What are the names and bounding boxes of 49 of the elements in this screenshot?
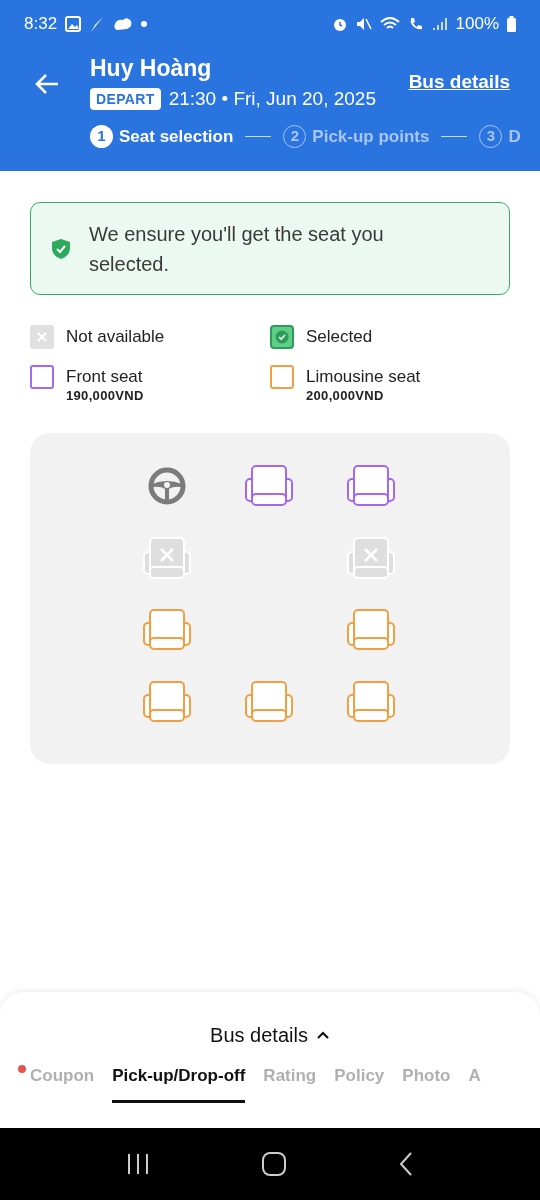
- battery-percent: 100%: [455, 13, 499, 36]
- legend-label: Selected: [306, 326, 373, 348]
- depart-badge: DEPART: [90, 88, 161, 111]
- legend-label: Front seat: [66, 366, 144, 388]
- unavailable-swatch-icon: [30, 325, 54, 349]
- legend-price: 200,000VND: [306, 389, 385, 403]
- notice-text: We ensure you'll get the seat you selected.: [89, 221, 385, 277]
- detail-tab[interactable]: Photo: [402, 1064, 451, 1103]
- seat-icon[interactable]: [346, 464, 396, 508]
- step[interactable]: 2 Pick-up points: [283, 123, 430, 149]
- steering-wheel-icon: [147, 466, 187, 506]
- detail-tab[interactable]: Coupon: [30, 1064, 95, 1103]
- alarm-icon: [331, 16, 348, 32]
- detail-tab[interactable]: Rating: [263, 1064, 317, 1103]
- legend-label: Not available: [66, 326, 165, 348]
- detail-tab[interactable]: Pick-up/Drop-off: [112, 1064, 246, 1103]
- battery-icon: [507, 16, 516, 32]
- bus-details-link[interactable]: Bus details: [408, 68, 510, 97]
- image-icon: [65, 16, 82, 32]
- legend-label: Limousine seat: [306, 366, 421, 388]
- seat-icon[interactable]: [244, 680, 294, 724]
- detail-tab[interactable]: A: [468, 1064, 481, 1103]
- seat-swatch-icon: [270, 365, 294, 389]
- shield-check-icon: [51, 237, 71, 260]
- back-arrow-icon[interactable]: [34, 72, 60, 96]
- seat-icon[interactable]: [142, 680, 192, 724]
- status-time: 8:32: [24, 13, 58, 36]
- legend-price: 190,000VND: [66, 389, 144, 403]
- seat-icon[interactable]: [346, 608, 396, 652]
- mute-icon: [355, 16, 372, 32]
- back-icon[interactable]: [398, 1151, 415, 1177]
- detail-tab[interactable]: Policy: [334, 1064, 385, 1103]
- cloud-icon: [113, 16, 134, 32]
- unavailable-seat-icon: [346, 536, 396, 580]
- bus-details-toggle[interactable]: Bus details: [0, 1020, 540, 1050]
- seat-icon[interactable]: [244, 464, 294, 508]
- step[interactable]: 1 Seat selection: [90, 123, 234, 149]
- selected-swatch-icon: [270, 325, 294, 349]
- unavailable-seat-icon: [142, 536, 192, 580]
- chevron-up-icon: [315, 1030, 330, 1040]
- seat-icon[interactable]: [142, 608, 192, 652]
- dot-icon: [141, 21, 148, 27]
- departure-time: 21:30 • Fri, Jun 20, 2025: [168, 87, 376, 111]
- operator-name: Huy Hoàng: [90, 54, 213, 83]
- seat-swatch-icon: [30, 365, 54, 389]
- home-icon[interactable]: [261, 1151, 287, 1177]
- signal-icon: [431, 16, 448, 32]
- seat-icon[interactable]: [346, 680, 396, 724]
- recent-apps-icon[interactable]: [125, 1152, 150, 1176]
